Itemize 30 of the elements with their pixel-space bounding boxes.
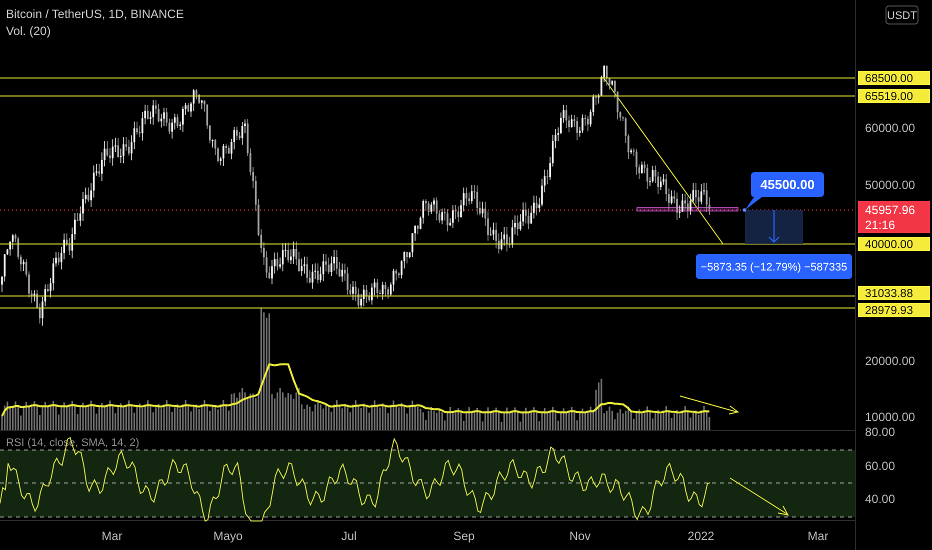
price-level-label: 31033.88 bbox=[858, 286, 930, 300]
time-axis-label: Jul bbox=[341, 529, 357, 543]
price-level-label: 40000.00 bbox=[858, 237, 930, 251]
rsi-axis-tick: 80.00 bbox=[865, 425, 896, 439]
price-axis-tick: 60000.00 bbox=[865, 121, 916, 135]
time-axis-label: Mayo bbox=[213, 529, 243, 543]
time-axis-label: Mar bbox=[808, 529, 828, 543]
measure-box bbox=[745, 210, 803, 244]
price-axis-tick: 20000.00 bbox=[865, 354, 916, 368]
time-axis-label: Mar bbox=[102, 529, 122, 543]
price-level-label: 28979.93 bbox=[858, 303, 930, 317]
currency-badge[interactable]: USDT bbox=[886, 6, 918, 24]
price-callout: 45500.00 bbox=[745, 172, 824, 210]
trend-arrow-drawing bbox=[680, 396, 740, 414]
measure-label: −5873.35 (−12.79%) −587335 bbox=[696, 254, 852, 279]
time-axis-label: 2022 bbox=[688, 529, 714, 543]
price-level-label: 65519.00 bbox=[858, 89, 930, 103]
symbol-title: Bitcoin / TetherUS, 1D, BINANCE bbox=[6, 6, 184, 23]
rsi-axis-tick: 60.00 bbox=[865, 459, 896, 473]
price-level-label: 68500.00 bbox=[858, 71, 930, 85]
trend-arrow-drawing bbox=[730, 478, 789, 516]
price-axis-tick: 50000.00 bbox=[865, 178, 916, 192]
time-axis-label: Nov bbox=[569, 529, 591, 543]
price-axis-tick: 10000.00 bbox=[865, 410, 916, 424]
time-axis-label: Sep bbox=[453, 529, 475, 543]
anchor-point-icon bbox=[742, 208, 746, 212]
volume-indicator-label: Vol. (20) bbox=[6, 23, 52, 40]
down-arrow-icon bbox=[768, 210, 780, 243]
rsi-axis-tick: 40.00 bbox=[865, 492, 896, 506]
last-price-label: 45957.96 21:16 bbox=[858, 201, 930, 233]
